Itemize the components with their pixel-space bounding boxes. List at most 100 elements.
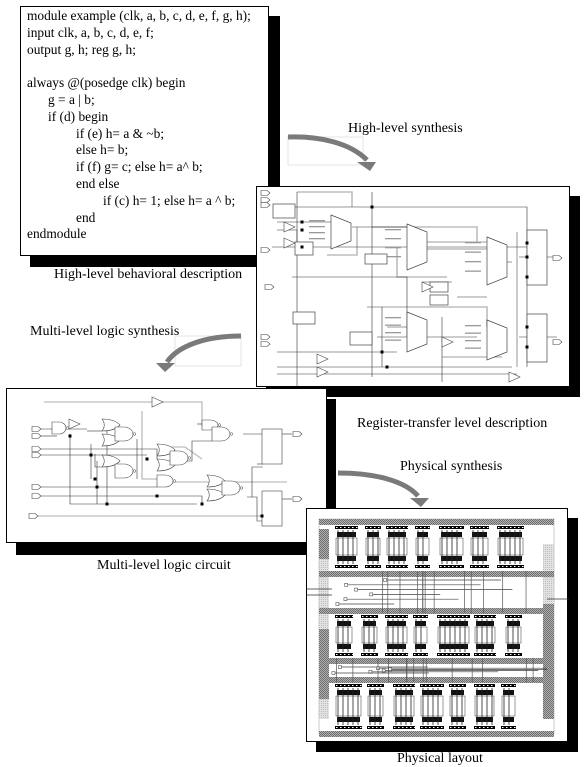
via xyxy=(352,566,354,567)
code-line: g = a | b; xyxy=(48,92,95,107)
arrow-physical-synthesis xyxy=(337,470,429,507)
via xyxy=(518,654,520,655)
buffer xyxy=(316,353,329,365)
code-line: module example (clk, a, b, c, d, e, f, g… xyxy=(27,8,251,23)
via xyxy=(429,727,431,728)
via xyxy=(428,566,430,567)
bus-wire xyxy=(297,191,353,207)
via xyxy=(448,566,450,567)
via xyxy=(340,566,342,567)
code-line: end xyxy=(76,209,96,225)
via xyxy=(380,685,382,686)
step-label-multi-level-logic-synthesis: Multi-level logic synthesis xyxy=(30,324,180,339)
via xyxy=(470,616,472,617)
io-port xyxy=(260,247,271,253)
junction xyxy=(370,205,374,209)
via xyxy=(348,727,350,728)
via xyxy=(510,727,512,728)
junction xyxy=(95,485,99,489)
diffusion xyxy=(337,690,360,695)
via xyxy=(471,566,473,567)
via xyxy=(370,566,372,567)
via xyxy=(502,685,504,686)
via xyxy=(348,685,350,686)
junction xyxy=(525,325,529,329)
via xyxy=(456,566,458,567)
via xyxy=(374,527,376,528)
via xyxy=(502,527,504,528)
via xyxy=(458,685,460,686)
flip-flop xyxy=(261,490,283,527)
contact-row xyxy=(474,615,496,618)
via xyxy=(479,566,481,567)
buffer xyxy=(441,336,454,348)
junction xyxy=(300,245,304,249)
wire xyxy=(41,448,158,459)
contact-row xyxy=(385,653,408,656)
contact-row xyxy=(393,726,415,729)
io-port xyxy=(260,202,271,208)
via xyxy=(402,654,404,655)
via xyxy=(452,527,454,528)
via xyxy=(352,727,354,728)
via xyxy=(366,616,368,617)
via xyxy=(387,527,389,528)
power-rail xyxy=(319,731,554,737)
via xyxy=(344,685,346,686)
via xyxy=(510,654,512,655)
via xyxy=(450,685,452,686)
via xyxy=(483,727,485,728)
junction xyxy=(525,255,529,259)
io-port xyxy=(28,513,39,519)
io-port xyxy=(292,496,303,502)
port-label xyxy=(465,347,481,349)
junction xyxy=(93,477,97,481)
wire xyxy=(94,454,102,468)
junction xyxy=(300,228,304,232)
via xyxy=(348,616,350,617)
via xyxy=(336,527,338,528)
via xyxy=(336,727,338,728)
via xyxy=(336,616,338,617)
via xyxy=(403,527,405,528)
contact-row xyxy=(385,615,408,618)
diffusion xyxy=(439,621,468,626)
via xyxy=(444,566,446,567)
via xyxy=(466,654,468,655)
port-label xyxy=(385,339,401,341)
power-rail xyxy=(319,519,554,525)
diffusion xyxy=(415,644,426,649)
via xyxy=(343,597,348,601)
step-label-physical-synthesis: Physical synthesis xyxy=(400,459,503,474)
via xyxy=(518,566,520,567)
via xyxy=(406,616,408,617)
via xyxy=(378,654,380,655)
via xyxy=(466,685,468,686)
via xyxy=(479,616,481,617)
via xyxy=(437,685,439,686)
via xyxy=(387,566,389,567)
logic-caption: Multi-level logic circuit xyxy=(97,558,231,573)
register xyxy=(349,331,373,346)
mux xyxy=(330,214,352,250)
via xyxy=(348,654,350,655)
mux xyxy=(486,319,508,361)
via xyxy=(369,592,373,597)
port-label xyxy=(385,332,401,334)
inverter-bubble xyxy=(217,423,222,427)
via xyxy=(376,727,378,728)
physical-layout-panel xyxy=(306,508,569,742)
via xyxy=(410,685,412,686)
via xyxy=(487,727,489,728)
via xyxy=(395,566,397,567)
via xyxy=(398,654,400,655)
via xyxy=(407,566,409,567)
via xyxy=(487,616,489,617)
via xyxy=(425,685,427,686)
via xyxy=(414,654,416,655)
via xyxy=(514,654,516,655)
via xyxy=(514,527,516,528)
via xyxy=(440,566,442,567)
via xyxy=(352,527,354,528)
via xyxy=(429,685,431,686)
